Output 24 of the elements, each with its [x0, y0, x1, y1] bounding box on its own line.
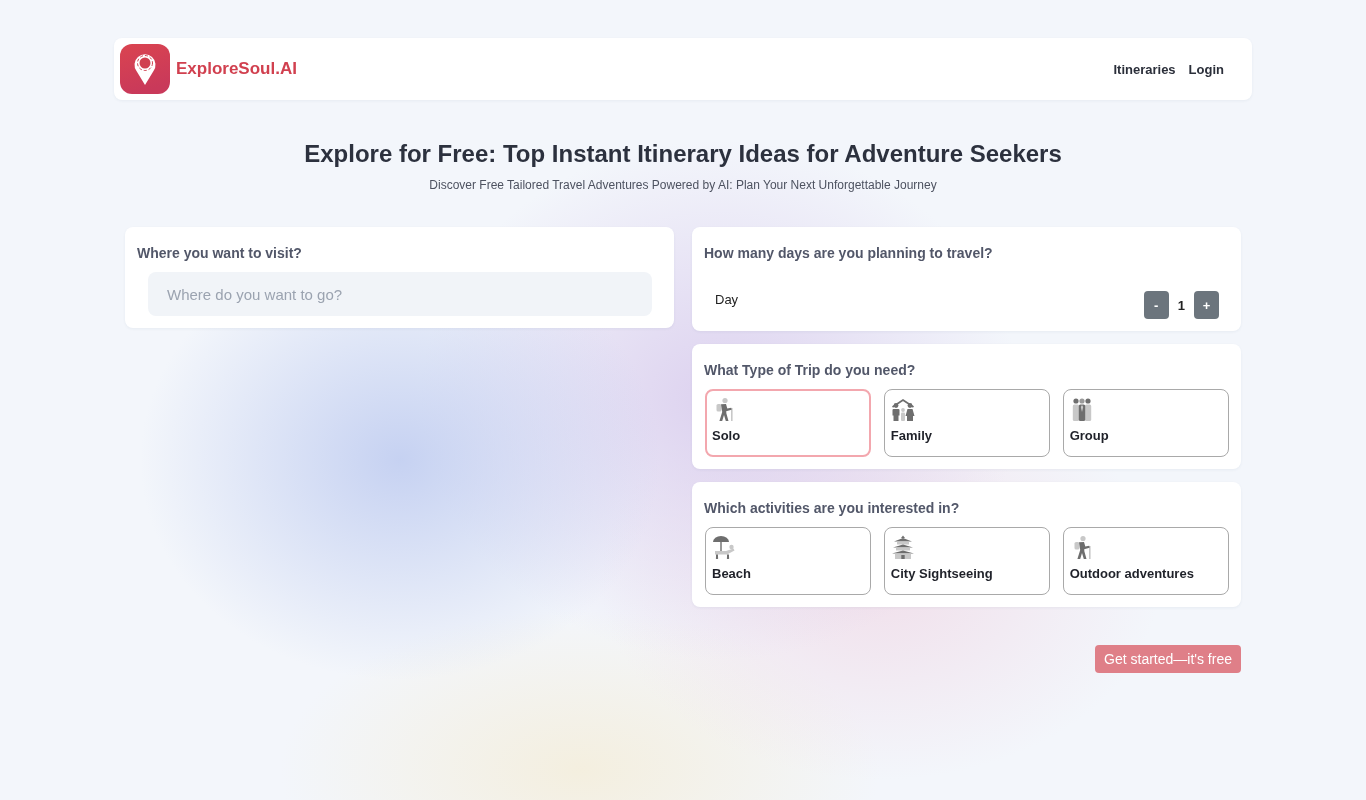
- page-subtitle: Discover Free Tailored Travel Adventures Powered by AI: Plan Your Next Unforgettable Journey: [429, 178, 937, 193]
- activity-option[interactable]: City Sightseeing: [883, 527, 1051, 595]
- trip-type-option[interactable]: Solo: [705, 389, 872, 457]
- decrement-button[interactable]: -: [1143, 291, 1169, 319]
- family-icon: [890, 397, 915, 421]
- question-label: How many days are you planning to travel?: [704, 245, 994, 262]
- nav-link[interactable]: Itineraries: [1113, 61, 1176, 77]
- map-pin-logo-icon: [120, 44, 170, 94]
- beach-lounger-icon: [712, 535, 736, 559]
- page-title: Explore for Free: Top Instant Itinerary Ideas for Adventure Seekers: [304, 139, 1062, 168]
- activity-option[interactable]: Beach: [705, 527, 872, 595]
- nav-link[interactable]: Login: [1188, 61, 1224, 77]
- pagoda-icon: [890, 535, 915, 559]
- trip-type-option[interactable]: Group: [1062, 389, 1229, 457]
- destination-input[interactable]: Where do you want to go?: [148, 272, 652, 316]
- question-label: Where you want to visit?: [137, 245, 303, 262]
- brand-name: ExploreSoul.AI: [176, 59, 297, 79]
- increment-button[interactable]: +: [1194, 291, 1219, 319]
- trip-type-option[interactable]: Family: [883, 389, 1051, 457]
- day-label: Day: [715, 292, 739, 308]
- question-label: Which activities are you interested in?: [704, 500, 961, 517]
- day-count: 1: [1177, 297, 1185, 313]
- activity-option[interactable]: Outdoor adventures: [1062, 527, 1229, 595]
- question-label: What Type of Trip do you need?: [704, 362, 917, 379]
